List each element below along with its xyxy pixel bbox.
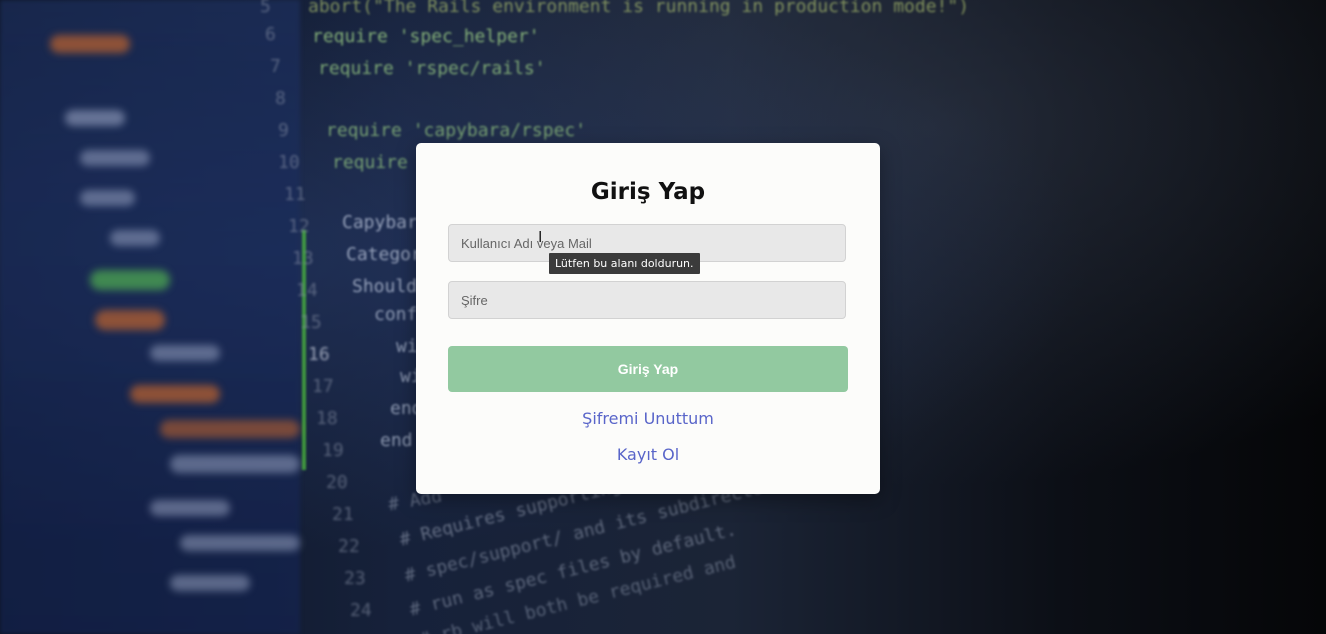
tree-blob (110, 230, 160, 246)
line-number: 17 (312, 376, 334, 397)
line-number: 5 (260, 0, 271, 17)
tree-blob-green (90, 270, 170, 290)
tree-blob (65, 110, 125, 126)
line-number: 6 (265, 24, 276, 45)
line-number: 19 (322, 440, 344, 461)
line-number: 23 (344, 568, 366, 589)
line-number: 16 (308, 344, 330, 365)
code-line: end (380, 430, 413, 451)
tree-blob (80, 150, 150, 166)
tree-blob-orange (50, 35, 130, 53)
tree-blob (170, 575, 250, 591)
login-card: Giriş Yap I Lütfen bu alanı doldurun. Gi… (416, 143, 880, 494)
tree-blob (180, 535, 300, 551)
line-number: 22 (338, 536, 360, 557)
line-number: 14 (296, 280, 318, 301)
code-line: require 'capybara/rspec' (326, 120, 587, 141)
register-link[interactable]: Kayıt Ol (416, 445, 880, 464)
line-number: 9 (278, 120, 289, 141)
tree-blob (150, 345, 220, 361)
line-number: 18 (316, 408, 338, 429)
line-number: 15 (300, 312, 322, 333)
code-line: abort("The Rails environment is running … (308, 0, 970, 17)
tree-blob (80, 190, 135, 206)
tree-blob-orange (160, 420, 300, 438)
code-line: wi (396, 336, 418, 357)
line-number: 8 (275, 88, 286, 109)
line-number: 7 (270, 56, 281, 77)
validation-tooltip: Lütfen bu alanı doldurun. (549, 253, 700, 274)
line-number: 12 (288, 216, 310, 237)
line-number: 10 (278, 152, 300, 173)
login-submit-button[interactable]: Giriş Yap (448, 346, 848, 392)
line-number: 20 (326, 472, 348, 493)
line-number: 11 (284, 184, 306, 205)
code-line: require 'rspec/rails' (318, 58, 546, 79)
line-number: 13 (292, 248, 314, 269)
login-title: Giriş Yap (590, 179, 706, 205)
text-cursor-icon: I (538, 230, 542, 246)
forgot-password-link[interactable]: Şifremi Unuttum (416, 409, 880, 428)
tree-blob-orange (130, 385, 220, 403)
code-line: require 'spec_helper' (312, 26, 540, 47)
password-input[interactable] (448, 281, 846, 319)
tree-blob-orange (95, 310, 165, 330)
line-number: 24 (350, 600, 372, 621)
tree-blob (150, 500, 230, 516)
line-number: 21 (332, 504, 354, 525)
tree-blob (170, 455, 300, 473)
